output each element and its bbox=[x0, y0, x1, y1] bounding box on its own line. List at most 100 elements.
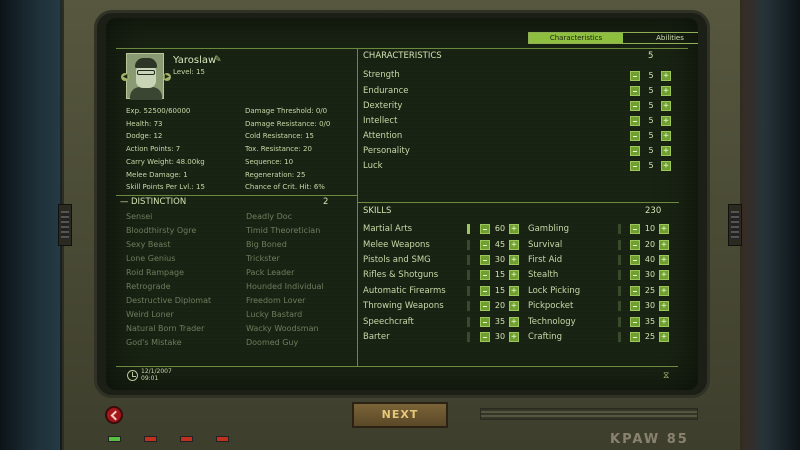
skill-increase-button[interactable]: + bbox=[659, 317, 669, 327]
skill-tag-indicator[interactable] bbox=[618, 240, 621, 250]
distinction-item[interactable]: Deadly Doc bbox=[246, 212, 292, 221]
skill-barter-value: 30 bbox=[494, 332, 506, 341]
distinction-item[interactable]: God's Mistake bbox=[126, 338, 182, 347]
skill-tag-indicator[interactable] bbox=[467, 317, 470, 327]
skill-increase-button[interactable]: + bbox=[509, 255, 519, 265]
skill-tag-indicator[interactable] bbox=[467, 301, 470, 311]
attr-dexterity-increase-button[interactable]: + bbox=[661, 101, 671, 111]
skill-tag-indicator[interactable] bbox=[467, 224, 470, 234]
skill-increase-button[interactable]: + bbox=[659, 332, 669, 342]
attr-dexterity-decrease-button[interactable] bbox=[630, 101, 640, 111]
skill-stealth-value: 30 bbox=[644, 270, 656, 279]
distinction-item[interactable]: Timid Theoretician bbox=[246, 226, 320, 235]
skill-decrease-button[interactable] bbox=[630, 240, 640, 250]
distinction-item[interactable]: Sexy Beast bbox=[126, 240, 171, 249]
distinction-item[interactable]: Weird Loner bbox=[126, 310, 174, 319]
skill-increase-button[interactable]: + bbox=[659, 301, 669, 311]
skill-increase-button[interactable]: + bbox=[509, 332, 519, 342]
skill-decrease-button[interactable] bbox=[480, 255, 490, 265]
skill-increase-button[interactable]: + bbox=[509, 301, 519, 311]
skill-decrease-button[interactable] bbox=[480, 224, 490, 234]
skill-decrease-button[interactable] bbox=[480, 301, 490, 311]
skill-decrease-button[interactable] bbox=[630, 255, 640, 265]
skill-increase-button[interactable]: + bbox=[509, 240, 519, 250]
skill-tag-indicator[interactable] bbox=[467, 286, 470, 296]
attr-luck-decrease-button[interactable] bbox=[630, 161, 640, 171]
skill-rifles-value: 15 bbox=[494, 270, 506, 279]
distinction-item[interactable]: Natural Born Trader bbox=[126, 324, 204, 333]
attr-intellect-label: Intellect bbox=[363, 116, 398, 126]
attr-personality-decrease-button[interactable] bbox=[630, 146, 640, 156]
skill-increase-button[interactable]: + bbox=[659, 224, 669, 234]
distinction-item[interactable]: Destructive Diplomat bbox=[126, 296, 211, 305]
skill-decrease-button[interactable] bbox=[480, 240, 490, 250]
attr-intellect-decrease-button[interactable] bbox=[630, 116, 640, 126]
skill-tag-indicator[interactable] bbox=[618, 317, 621, 327]
character-level: Level: 15 bbox=[173, 68, 205, 76]
distinction-item[interactable]: Lucky Bastard bbox=[246, 310, 302, 319]
attr-intellect-increase-button[interactable]: + bbox=[661, 116, 671, 126]
skill-increase-button[interactable]: + bbox=[509, 317, 519, 327]
tab-characteristics[interactable]: Characteristics bbox=[529, 33, 623, 43]
device-clip-right bbox=[728, 204, 742, 246]
divider-bottom bbox=[116, 366, 678, 367]
distinction-item[interactable]: Big Boned bbox=[246, 240, 287, 249]
skill-decrease-button[interactable] bbox=[480, 317, 490, 327]
signal-antenna-icon: ⧖ bbox=[663, 371, 670, 381]
attr-attention-decrease-button[interactable] bbox=[630, 131, 640, 141]
skill-tag-indicator[interactable] bbox=[618, 301, 621, 311]
attr-strength-decrease-button[interactable] bbox=[630, 71, 640, 81]
skill-tag-indicator[interactable] bbox=[618, 270, 621, 280]
edit-name-icon[interactable]: ✎ bbox=[214, 55, 222, 65]
skill-decrease-button[interactable] bbox=[480, 332, 490, 342]
skill-increase-button[interactable]: + bbox=[659, 270, 669, 280]
next-avatar-icon[interactable]: ▶ bbox=[163, 73, 171, 81]
skill-decrease-button[interactable] bbox=[630, 317, 640, 327]
skill-increase-button[interactable]: + bbox=[659, 240, 669, 250]
skill-tag-indicator[interactable] bbox=[618, 255, 621, 265]
skill-tag-indicator[interactable] bbox=[618, 224, 621, 234]
skill-tag-indicator[interactable] bbox=[467, 270, 470, 280]
distinction-item[interactable]: Lone Genius bbox=[126, 254, 175, 263]
attr-strength-increase-button[interactable]: + bbox=[661, 71, 671, 81]
attr-luck-increase-button[interactable]: + bbox=[661, 161, 671, 171]
skill-increase-button[interactable]: + bbox=[509, 224, 519, 234]
skill-decrease-button[interactable] bbox=[630, 332, 640, 342]
distinction-item[interactable]: Hounded Individual bbox=[246, 282, 324, 291]
skill-increase-button[interactable]: + bbox=[509, 286, 519, 296]
divider-right-mid bbox=[358, 202, 679, 203]
skill-decrease-button[interactable] bbox=[630, 224, 640, 234]
skill-tag-indicator[interactable] bbox=[467, 240, 470, 250]
clock-icon bbox=[127, 370, 138, 381]
next-button[interactable]: NEXT bbox=[352, 402, 448, 428]
skill-tag-indicator[interactable] bbox=[618, 286, 621, 296]
skill-decrease-button[interactable] bbox=[480, 270, 490, 280]
attr-attention-increase-button[interactable]: + bbox=[661, 131, 671, 141]
skill-increase-button[interactable]: + bbox=[659, 255, 669, 265]
distinction-item[interactable]: Sensei bbox=[126, 212, 152, 221]
skill-tag-indicator[interactable] bbox=[467, 255, 470, 265]
skill-decrease-button[interactable] bbox=[630, 270, 640, 280]
distinction-item[interactable]: Trickster bbox=[246, 254, 280, 263]
tab-abilities[interactable]: Abilities bbox=[623, 33, 698, 43]
distinction-item[interactable]: Roid Rampage bbox=[126, 268, 184, 277]
back-button[interactable] bbox=[105, 406, 123, 424]
skill-increase-button[interactable]: + bbox=[659, 286, 669, 296]
distinction-item[interactable]: Pack Leader bbox=[246, 268, 294, 277]
skill-tag-indicator[interactable] bbox=[467, 332, 470, 342]
skill-decrease-button[interactable] bbox=[480, 286, 490, 296]
distinction-item[interactable]: Freedom Lover bbox=[246, 296, 305, 305]
distinction-item[interactable]: Retrograde bbox=[126, 282, 171, 291]
skill-increase-button[interactable]: + bbox=[509, 270, 519, 280]
skill-decrease-button[interactable] bbox=[630, 301, 640, 311]
distinction-item[interactable]: Bloodthirsty Ogre bbox=[126, 226, 196, 235]
attr-personality-increase-button[interactable]: + bbox=[661, 146, 671, 156]
attr-endurance-increase-button[interactable]: + bbox=[661, 86, 671, 96]
skill-tag-indicator[interactable] bbox=[618, 332, 621, 342]
prev-avatar-icon[interactable]: ◀ bbox=[121, 73, 129, 81]
attr-endurance-decrease-button[interactable] bbox=[630, 86, 640, 96]
distinction-item[interactable]: Doomed Guy bbox=[246, 338, 298, 347]
distinction-item[interactable]: Wacky Woodsman bbox=[246, 324, 319, 333]
skill-decrease-button[interactable] bbox=[630, 286, 640, 296]
skill-lock-picking-value: 25 bbox=[644, 286, 656, 295]
